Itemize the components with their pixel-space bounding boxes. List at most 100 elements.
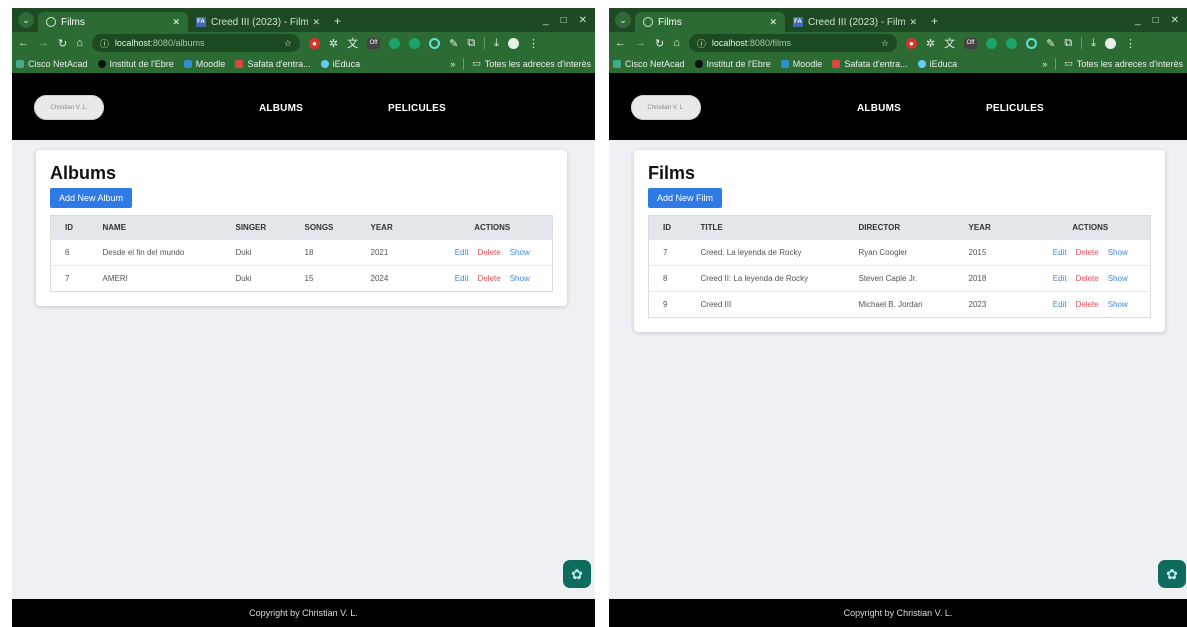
- extension-icon[interactable]: [986, 37, 998, 49]
- star-icon[interactable]: ☆: [284, 38, 292, 49]
- bookmark[interactable]: Safata d'entra...: [235, 59, 311, 69]
- openai-icon[interactable]: ✿: [563, 560, 591, 588]
- extension-icon[interactable]: [1026, 37, 1038, 49]
- arrow-left-icon[interactable]: ←: [18, 37, 29, 49]
- more-bookmarks-button[interactable]: »: [1042, 59, 1047, 69]
- translate-icon[interactable]: 文: [347, 35, 358, 51]
- arrow-right-icon[interactable]: →: [635, 37, 646, 49]
- tab-strip: ⌄ Films ✕ FA Creed III (2023) - FilmAffi…: [12, 8, 595, 32]
- nav-albums[interactable]: ALBUMS: [259, 103, 303, 114]
- kebab-menu-icon[interactable]: ⋮: [1125, 37, 1136, 50]
- bookmark[interactable]: iEduca: [917, 59, 957, 69]
- bookmark[interactable]: Cisco NetAcad: [16, 59, 88, 69]
- maximize-icon[interactable]: □: [1153, 15, 1159, 26]
- edit-link[interactable]: Edit: [1053, 300, 1067, 309]
- bookmark[interactable]: Institut de l'Ebre: [97, 59, 174, 69]
- bookmark[interactable]: Moodle: [780, 59, 822, 69]
- bookmark[interactable]: Institut de l'Ebre: [694, 59, 771, 69]
- cell-year: 2015: [962, 239, 1031, 266]
- edit-link[interactable]: Edit: [455, 248, 469, 257]
- delete-link[interactable]: Delete: [1076, 300, 1099, 309]
- chevron-down-icon[interactable]: ⌄: [615, 12, 631, 28]
- address-bar[interactable]: ⓘ localhost:8080/albums ☆: [91, 34, 300, 52]
- translate-icon[interactable]: 文: [944, 35, 955, 51]
- extension-icon[interactable]: [409, 37, 421, 49]
- close-icon[interactable]: ✕: [1171, 15, 1179, 26]
- bookmark[interactable]: Moodle: [183, 59, 225, 69]
- gear-icon[interactable]: ✲: [329, 37, 338, 50]
- all-bookmarks-folder[interactable]: ▭ Totes les adreces d'interès: [1064, 58, 1183, 69]
- close-icon[interactable]: ✕: [909, 17, 917, 28]
- cell-year: 2024: [364, 265, 433, 292]
- avatar[interactable]: [508, 37, 520, 49]
- add-film-button[interactable]: Add New Film: [648, 188, 723, 208]
- reload-icon[interactable]: ↻: [655, 37, 664, 50]
- pen-icon[interactable]: ✎: [449, 37, 458, 50]
- extension-icon[interactable]: [429, 37, 441, 49]
- show-link[interactable]: Show: [1108, 248, 1128, 257]
- address-bar[interactable]: ⓘ localhost:8080/films ☆: [688, 34, 897, 52]
- close-icon[interactable]: ✕: [769, 17, 777, 28]
- tab-films[interactable]: Films ✕: [635, 12, 785, 32]
- bookmark[interactable]: Cisco NetAcad: [613, 59, 685, 69]
- tab-filmaffinity[interactable]: FA Creed III (2023) - FilmAffi ✕: [785, 12, 925, 32]
- download-icon[interactable]: ⤓: [494, 37, 499, 50]
- arrow-left-icon[interactable]: ←: [615, 37, 626, 49]
- bookmark[interactable]: iEduca: [320, 59, 360, 69]
- close-icon[interactable]: ✕: [172, 17, 180, 28]
- minimize-icon[interactable]: _: [1135, 15, 1141, 26]
- gear-icon[interactable]: ✲: [926, 37, 935, 50]
- info-icon[interactable]: ⓘ: [697, 37, 706, 50]
- show-link[interactable]: Show: [1108, 300, 1128, 309]
- extension-icon[interactable]: ●: [308, 37, 320, 49]
- divider: [1055, 57, 1057, 70]
- bookmarks-bar: Cisco NetAcad Institut de l'Ebre Moodle …: [609, 54, 1187, 73]
- nav-pelicules[interactable]: PELICULES: [388, 103, 446, 114]
- bookmark[interactable]: Safata d'entra...: [832, 59, 908, 69]
- tab-filmaffinity[interactable]: FA Creed III (2023) - FilmAffi ✕: [188, 12, 328, 32]
- delete-link[interactable]: Delete: [478, 248, 501, 257]
- extension-icon[interactable]: [389, 37, 401, 49]
- user-button[interactable]: Christian V. L.: [34, 95, 104, 120]
- edit-link[interactable]: Edit: [1053, 274, 1067, 283]
- extension-icon[interactable]: [1006, 37, 1018, 49]
- user-button[interactable]: Christian V. L.: [631, 95, 701, 120]
- close-icon[interactable]: ✕: [312, 17, 320, 28]
- delete-link[interactable]: Delete: [1076, 274, 1099, 283]
- nav-albums[interactable]: ALBUMS: [857, 103, 901, 114]
- show-link[interactable]: Show: [510, 248, 530, 257]
- more-bookmarks-button[interactable]: »: [450, 59, 455, 69]
- home-icon[interactable]: ⌂: [76, 37, 83, 49]
- delete-link[interactable]: Delete: [1076, 248, 1099, 257]
- tab-films[interactable]: Films ✕: [38, 12, 188, 32]
- extension-off-icon[interactable]: Off: [964, 37, 978, 49]
- puzzle-icon[interactable]: ⧉: [1064, 37, 1072, 50]
- show-link[interactable]: Show: [1108, 274, 1128, 283]
- all-bookmarks-folder[interactable]: ▭ Totes les adreces d'interès: [472, 58, 591, 69]
- info-icon[interactable]: ⓘ: [100, 37, 109, 50]
- plus-icon[interactable]: +: [931, 14, 938, 28]
- chevron-down-icon[interactable]: ⌄: [18, 12, 34, 28]
- openai-icon[interactable]: ✿: [1158, 560, 1186, 588]
- extension-off-icon[interactable]: Off: [367, 37, 381, 49]
- edit-link[interactable]: Edit: [1053, 248, 1067, 257]
- pen-icon[interactable]: ✎: [1046, 37, 1055, 50]
- plus-icon[interactable]: +: [334, 14, 341, 28]
- nav-pelicules[interactable]: PELICULES: [986, 103, 1044, 114]
- avatar[interactable]: [1105, 37, 1117, 49]
- show-link[interactable]: Show: [510, 274, 530, 283]
- minimize-icon[interactable]: _: [543, 15, 549, 26]
- maximize-icon[interactable]: □: [561, 15, 567, 26]
- download-icon[interactable]: ⤓: [1091, 37, 1096, 50]
- add-album-button[interactable]: Add New Album: [50, 188, 133, 208]
- delete-link[interactable]: Delete: [478, 274, 501, 283]
- arrow-right-icon[interactable]: →: [38, 37, 49, 49]
- puzzle-icon[interactable]: ⧉: [467, 37, 475, 50]
- extension-icon[interactable]: ●: [905, 37, 917, 49]
- home-icon[interactable]: ⌂: [673, 37, 680, 49]
- reload-icon[interactable]: ↻: [58, 37, 67, 50]
- edit-link[interactable]: Edit: [455, 274, 469, 283]
- close-icon[interactable]: ✕: [579, 15, 587, 26]
- star-icon[interactable]: ☆: [881, 38, 889, 49]
- kebab-menu-icon[interactable]: ⋮: [528, 37, 539, 50]
